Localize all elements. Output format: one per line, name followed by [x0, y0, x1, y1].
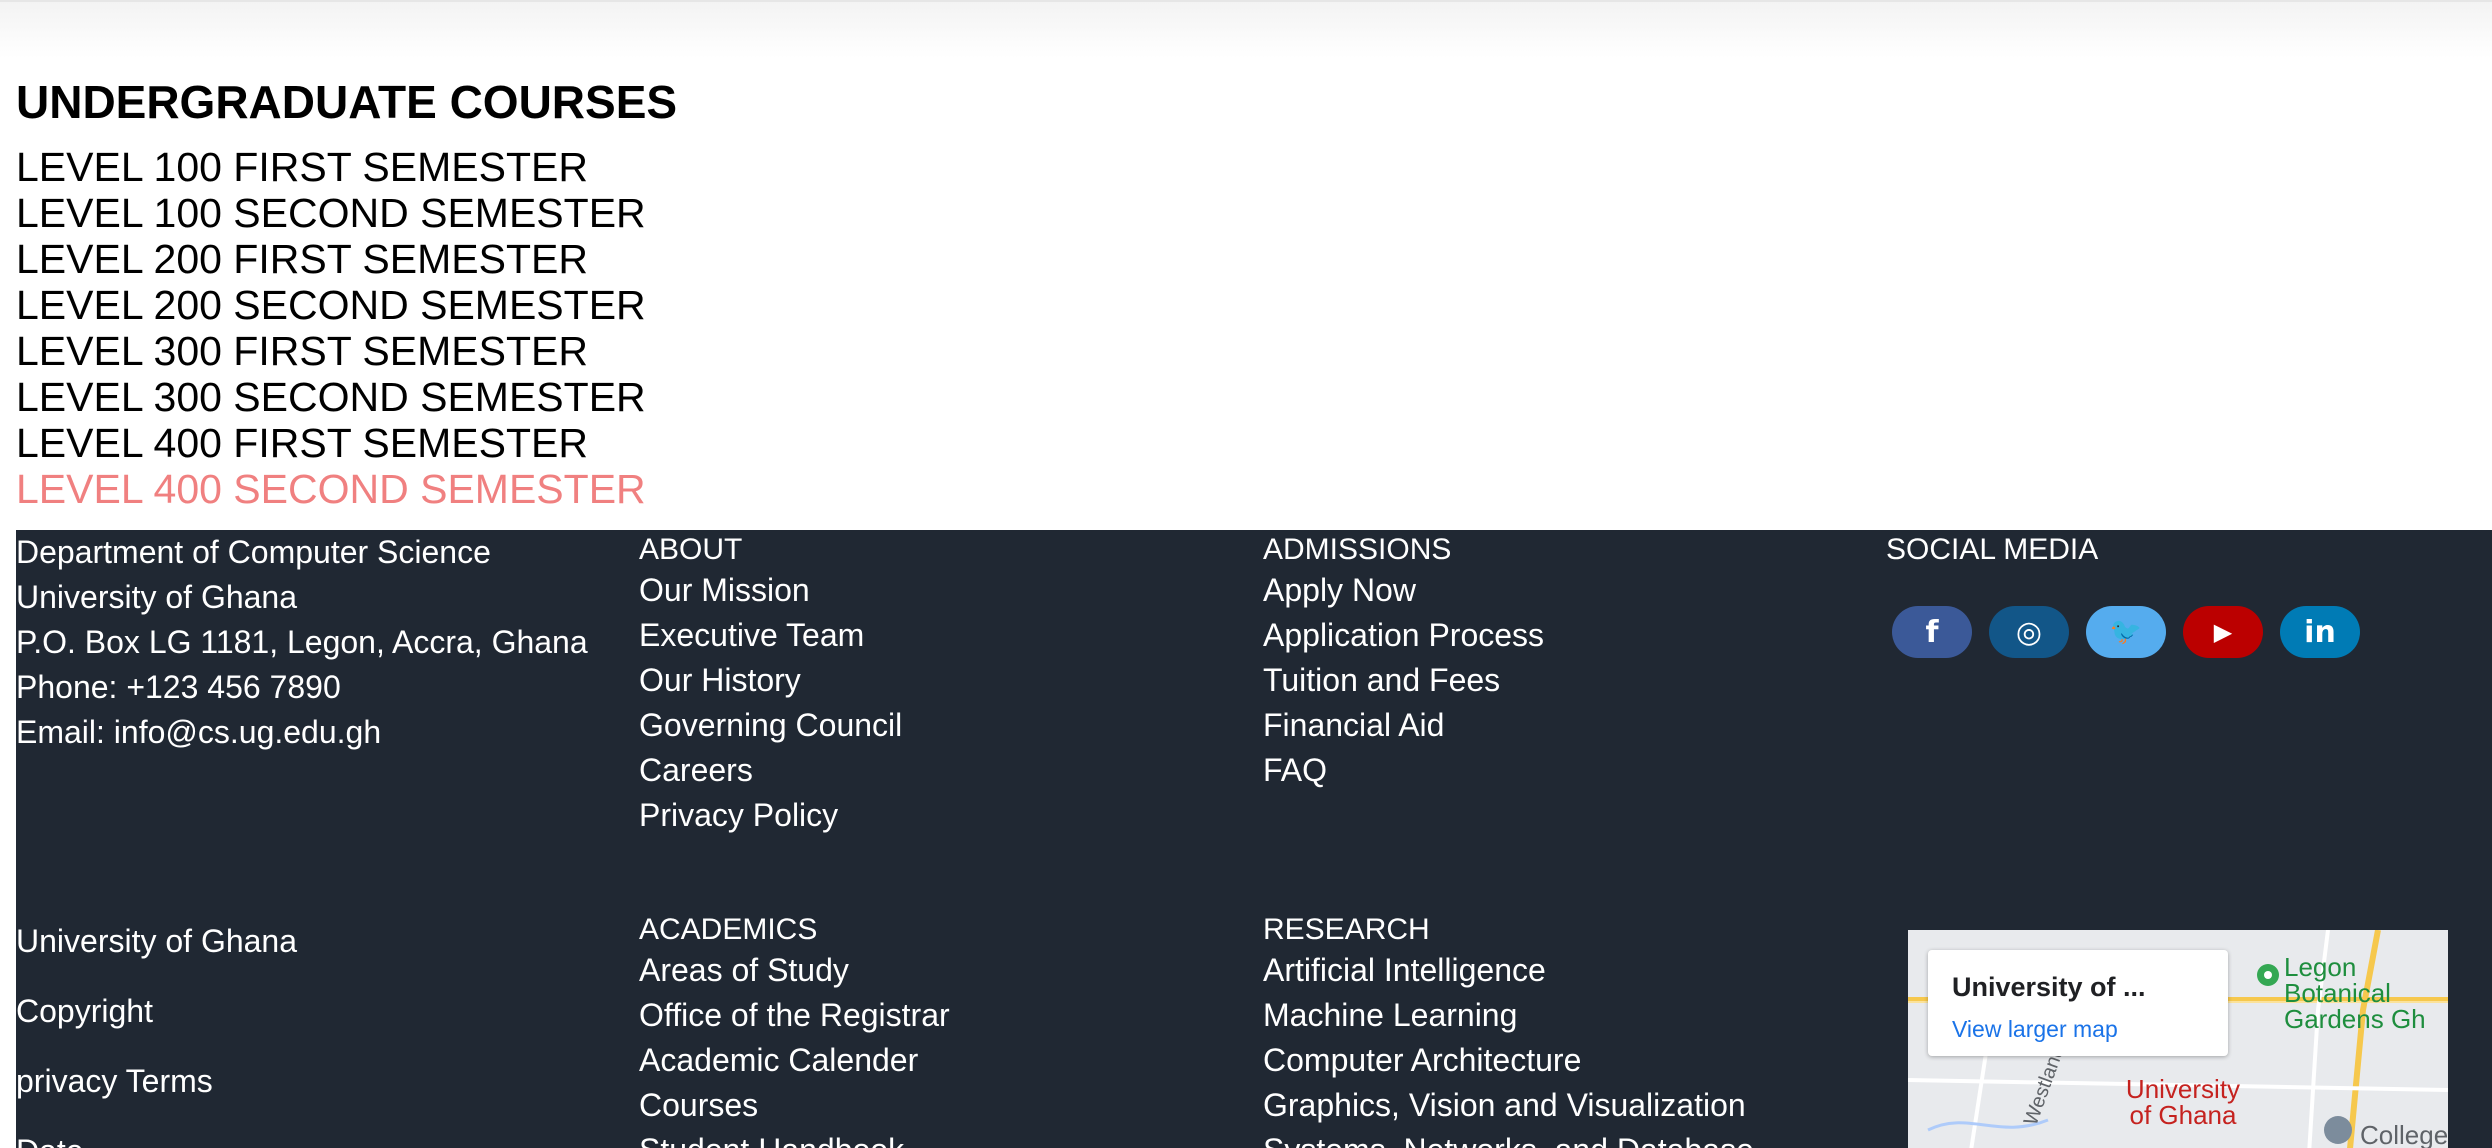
about-link-careers[interactable]: Careers: [639, 748, 1239, 793]
academics-link-areas-of-study[interactable]: Areas of Study: [639, 948, 1239, 993]
contact-email: Email: info@cs.ug.edu.gh: [16, 714, 382, 750]
footer-contact: Department of Computer Science Universit…: [16, 530, 616, 755]
footer-bottom-info: University of Ghana Copyright privacy Te…: [16, 906, 616, 1148]
footer-about: ABOUT Our Mission Executive Team Our His…: [639, 532, 1239, 838]
twitter-icon[interactable]: 🐦: [2086, 606, 2166, 658]
footer-date: Date: [16, 1116, 616, 1148]
academics-link-courses[interactable]: Courses: [639, 1083, 1239, 1128]
course-link-level-400-first[interactable]: LEVEL 400 FIRST SEMESTER: [16, 420, 677, 466]
embedded-map[interactable]: Legon Botanical Gardens Gh Westlands Uni…: [1908, 930, 2448, 1148]
research-link-computer-architecture[interactable]: Computer Architecture: [1263, 1038, 1903, 1083]
course-link-level-300-first[interactable]: LEVEL 300 FIRST SEMESTER: [16, 328, 677, 374]
footer-privacy-terms[interactable]: privacy Terms: [16, 1046, 616, 1116]
top-nav-bar: [0, 0, 2492, 58]
map-info-card: University of ... View larger map: [1928, 950, 2228, 1056]
course-link-level-100-first[interactable]: LEVEL 100 FIRST SEMESTER: [16, 144, 677, 190]
contact-university: University of Ghana: [16, 579, 298, 615]
main-content: UNDERGRADUATE COURSES LEVEL 100 FIRST SE…: [16, 74, 677, 512]
youtube-icon[interactable]: ▶: [2183, 606, 2263, 658]
footer-academics: ACADEMICS Areas of Study Office of the R…: [639, 912, 1239, 1148]
social-heading: SOCIAL MEDIA: [1886, 533, 2099, 566]
course-list: LEVEL 100 FIRST SEMESTER LEVEL 100 SECON…: [16, 144, 677, 512]
facebook-icon[interactable]: f: [1892, 606, 1972, 658]
course-link-level-300-second[interactable]: LEVEL 300 SECOND SEMESTER: [16, 374, 677, 420]
academics-link-registrar[interactable]: Office of the Registrar: [639, 993, 1239, 1038]
map-label-college: College: [2360, 1120, 2448, 1148]
research-link-ai[interactable]: Artificial Intelligence: [1263, 948, 1903, 993]
course-link-level-400-second[interactable]: LEVEL 400 SECOND SEMESTER: [16, 466, 677, 512]
map-card-title: University of ...: [1952, 972, 2146, 1002]
about-link-governing-council[interactable]: Governing Council: [639, 703, 1239, 748]
admissions-link-financial-aid[interactable]: Financial Aid: [1263, 703, 1863, 748]
admissions-link-tuition-fees[interactable]: Tuition and Fees: [1263, 658, 1863, 703]
footer-social: SOCIAL MEDIA: [1886, 532, 2486, 568]
about-link-privacy-policy[interactable]: Privacy Policy: [639, 793, 1239, 838]
view-larger-map-link[interactable]: View larger map: [1952, 1016, 2118, 1043]
footer-university-name: University of Ghana: [16, 923, 298, 959]
page-title: UNDERGRADUATE COURSES: [16, 76, 678, 128]
about-heading: ABOUT: [639, 533, 743, 566]
linkedin-icon[interactable]: in: [2280, 606, 2360, 658]
contact-department: Department of Computer Science: [16, 534, 491, 570]
footer-research: RESEARCH Artificial Intelligence Machine…: [1263, 912, 1903, 1148]
contact-address: P.O. Box LG 1181, Legon, Accra, Ghana: [16, 624, 588, 660]
site-footer: Department of Computer Science Universit…: [16, 530, 2492, 1148]
course-link-level-100-second[interactable]: LEVEL 100 SECOND SEMESTER: [16, 190, 677, 236]
research-link-systems-networks[interactable]: Systems, Networks, and Database: [1263, 1128, 1903, 1148]
footer-admissions: ADMISSIONS Apply Now Application Process…: [1263, 532, 1863, 793]
instagram-icon[interactable]: ◎: [1989, 606, 2069, 658]
course-link-level-200-second[interactable]: LEVEL 200 SECOND SEMESTER: [16, 282, 677, 328]
research-heading: RESEARCH: [1263, 913, 1430, 946]
social-links: f ◎ 🐦 ▶ in: [1892, 606, 2377, 658]
academics-link-student-handbook[interactable]: Student Handbook: [639, 1128, 1239, 1148]
admissions-link-application-process[interactable]: Application Process: [1263, 613, 1863, 658]
admissions-heading: ADMISSIONS: [1263, 533, 1452, 566]
course-link-level-200-first[interactable]: LEVEL 200 FIRST SEMESTER: [16, 236, 677, 282]
about-link-executive-team[interactable]: Executive Team: [639, 613, 1239, 658]
academics-heading: ACADEMICS: [639, 913, 818, 946]
footer-copyright: Copyright: [16, 993, 153, 1029]
map-label-university: University of Ghana: [2125, 1074, 2241, 1130]
academics-link-calendar[interactable]: Academic Calender: [639, 1038, 1239, 1083]
research-link-graphics-vision[interactable]: Graphics, Vision and Visualization: [1263, 1083, 1903, 1128]
about-link-mission[interactable]: Our Mission: [639, 568, 1239, 613]
admissions-link-apply-now[interactable]: Apply Now: [1263, 568, 1863, 613]
about-link-history[interactable]: Our History: [639, 658, 1239, 703]
admissions-link-faq[interactable]: FAQ: [1263, 748, 1863, 793]
map-label-gardens: Legon Botanical Gardens Gh: [2284, 952, 2426, 1034]
contact-phone: Phone: +123 456 7890: [16, 669, 341, 705]
research-link-machine-learning[interactable]: Machine Learning: [1263, 993, 1903, 1038]
